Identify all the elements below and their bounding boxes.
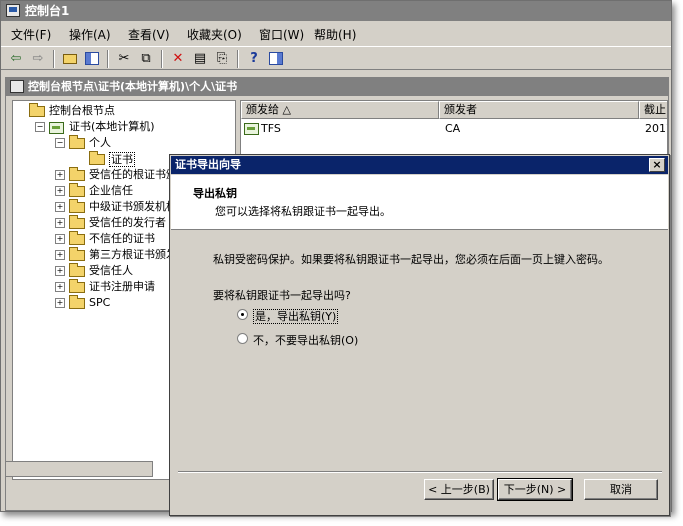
close-icon[interactable]: × — [649, 158, 665, 172]
expand-icon[interactable]: + — [55, 202, 65, 212]
expand-icon[interactable]: + — [55, 282, 65, 292]
delete-icon[interactable]: ✕ — [169, 50, 187, 67]
expand-icon[interactable]: + — [55, 250, 65, 260]
wizard-heading: 导出私钥 — [193, 187, 237, 200]
mmc-app-icon — [6, 4, 20, 17]
show-hide-action-pane-icon[interactable] — [267, 50, 285, 67]
tree-item-label: 不信任的证书 — [89, 232, 155, 245]
column-header-issued-to[interactable]: 颁发给 △ — [241, 101, 439, 119]
private-key-description: 私钥受密码保护。如果要将私钥跟证书一起导出，您必须在后面一页上键入密码。 — [213, 253, 609, 266]
folder-icon — [69, 135, 85, 149]
folder-icon — [29, 103, 45, 117]
dialog-title: 证书导出向导 — [175, 158, 241, 171]
folder-icon — [69, 263, 85, 277]
expand-icon[interactable]: + — [55, 298, 65, 308]
window-titlebar: 控制台1 — [1, 1, 671, 21]
menu-favorites[interactable]: 收藏夹(O) — [187, 26, 242, 43]
radio-yes-export[interactable] — [237, 309, 248, 320]
tree-item-label: 企业信任 — [89, 184, 133, 197]
back-button[interactable]: < 上一步(B) — [424, 479, 494, 500]
column-header-expires[interactable]: 截止日 — [639, 101, 667, 119]
tree-item-label: 受信任的发行者 — [89, 216, 166, 229]
forward-arrow-icon[interactable]: ⇨ — [29, 50, 47, 67]
tree-item-label: 中级证书颁发机构 — [89, 200, 177, 213]
folder-icon — [69, 167, 85, 181]
expand-icon[interactable]: + — [55, 266, 65, 276]
show-hide-tree-icon[interactable] — [83, 50, 101, 67]
copy-icon[interactable]: ⧉ — [137, 50, 155, 67]
wizard-subheading: 您可以选择将私钥跟证书一起导出。 — [215, 205, 391, 218]
collapse-icon[interactable]: − — [35, 122, 45, 132]
expand-icon[interactable]: + — [55, 234, 65, 244]
menu-file[interactable]: 文件(F) — [11, 26, 51, 43]
window-title: 控制台1 — [25, 4, 70, 18]
cell-issued-to: TFS — [261, 122, 281, 135]
tree-item-label: SPC — [89, 296, 111, 309]
menu-help[interactable]: 帮助(H) — [314, 26, 356, 43]
tree-item-label: 个人 — [89, 136, 111, 149]
radio-yes-text: 是，导出私钥(Y) — [253, 309, 339, 324]
menu-bar: 文件(F) 操作(A) 查看(V) 收藏夹(O) 窗口(W) 帮助(H) — [1, 23, 671, 43]
properties-icon[interactable]: ▤ — [191, 50, 209, 67]
toolbar-separator — [53, 50, 55, 68]
cut-icon[interactable]: ✂ — [115, 50, 133, 67]
cancel-button[interactable]: 取消 — [584, 479, 658, 500]
menu-window[interactable]: 窗口(W) — [259, 26, 304, 43]
menu-view[interactable]: 查看(V) — [128, 26, 170, 43]
folder-icon — [69, 295, 85, 309]
certificate-store-icon — [49, 122, 64, 134]
radio-no-export[interactable] — [237, 333, 248, 344]
tree-item-label: 第三方根证书颁发 — [89, 248, 177, 261]
folder-icon — [69, 231, 85, 245]
tree-item[interactable]: 控制台根节点 — [13, 103, 233, 119]
toolbar-separator — [161, 50, 163, 68]
tree-item-label: 受信任的根证书颁 — [89, 168, 177, 181]
toolbar-separator — [107, 50, 109, 68]
status-bar — [5, 461, 153, 477]
tree-item-label: 控制台根节点 — [49, 104, 115, 117]
back-arrow-icon[interactable]: ⇦ — [7, 50, 25, 67]
expand-icon[interactable]: + — [55, 170, 65, 180]
column-header-issued-by[interactable]: 颁发者 — [439, 101, 639, 119]
toolbar-separator — [237, 50, 239, 68]
up-folder-icon[interactable] — [61, 50, 79, 67]
tree-item-label: 受信任人 — [89, 264, 133, 277]
wizard-header: 导出私钥 您可以选择将私钥跟证书一起导出。 — [171, 175, 668, 230]
console-node-icon — [10, 80, 24, 93]
export-list-icon[interactable]: ⎘ — [213, 50, 231, 67]
tree-item[interactable]: − 个人 — [13, 135, 233, 151]
folder-icon — [69, 215, 85, 229]
radio-yes-label[interactable]: 是，导出私钥(Y) — [253, 308, 339, 324]
export-question: 要将私钥跟证书一起导出吗? — [213, 289, 351, 302]
wizard-body: 私钥受密码保护。如果要将私钥跟证书一起导出，您必须在后面一页上键入密码。 要将私… — [171, 231, 668, 467]
cell-expires: 2017- — [645, 122, 667, 135]
cell-issued-by: CA — [445, 122, 461, 135]
tree-item[interactable]: − 证书(本地计算机) — [13, 119, 233, 135]
menu-action[interactable]: 操作(A) — [69, 26, 111, 43]
expand-icon[interactable]: + — [55, 186, 65, 196]
certificate-export-wizard: 证书导出向导 × 导出私钥 您可以选择将私钥跟证书一起导出。 私钥受密码保护。如… — [169, 154, 670, 516]
collapse-icon[interactable]: − — [55, 138, 65, 148]
toolbar: ⇦ ⇨ ✂ ⧉ ✕ ▤ ⎘ ? — [1, 46, 671, 70]
folder-icon — [69, 199, 85, 213]
folder-icon — [69, 183, 85, 197]
certificate-icon — [244, 123, 259, 135]
tree-item-label: 证书 — [109, 152, 135, 167]
expand-icon[interactable]: + — [55, 218, 65, 228]
tree-item-label: 证书注册申请 — [89, 280, 155, 293]
help-icon[interactable]: ? — [245, 50, 263, 67]
open-folder-icon — [89, 151, 105, 165]
radio-no-label[interactable]: 不，不要导出私钥(O) — [253, 332, 358, 348]
tree-item-label: 证书(本地计算机) — [69, 120, 155, 133]
dialog-titlebar: 证书导出向导 × — [171, 156, 668, 174]
child-window-titlebar: 控制台根节点\证书(本地计算机)\个人\证书 — [6, 78, 668, 96]
dialog-separator — [178, 471, 662, 473]
folder-icon — [69, 279, 85, 293]
child-window-title: 控制台根节点\证书(本地计算机)\个人\证书 — [28, 80, 238, 93]
folder-icon — [69, 247, 85, 261]
next-button[interactable]: 下一步(N) > — [497, 478, 573, 501]
